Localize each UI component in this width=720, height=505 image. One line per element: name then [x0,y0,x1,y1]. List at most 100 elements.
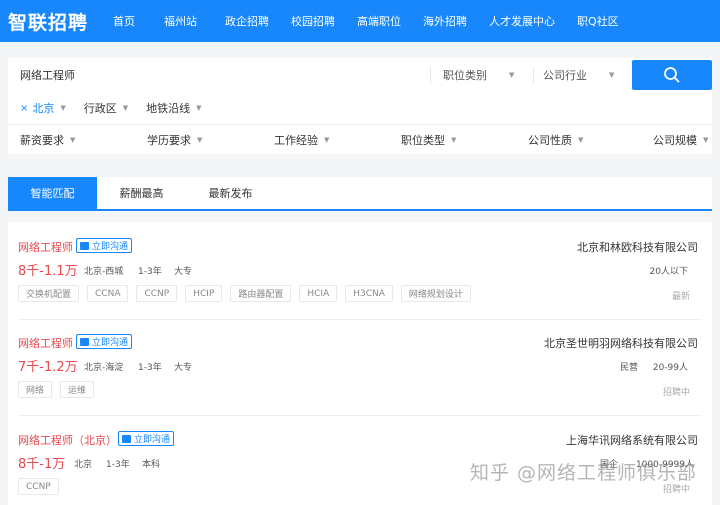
location-row: × 北京 ▼ 行政区 ▼ 地铁沿线 ▼ [8,94,712,122]
caret-down-icon: ▼ [324,136,330,144]
filter-experience[interactable]: 工作经验 ▼ [274,125,329,155]
chat-now-button[interactable]: 立即沟通 [118,431,175,446]
district-select[interactable]: 行政区 ▼ [84,100,128,116]
watermark: 知乎 @网络工程师俱乐部 [470,458,697,485]
skill-tag: 网络 [18,381,53,398]
district-label: 行政区 [83,102,117,115]
search-icon [664,67,680,83]
salary: 8千-1万 [18,457,66,472]
chat-now-button[interactable]: 立即沟通 [76,334,133,349]
job-experience: 1-3年 [138,267,162,277]
chat-label: 立即沟通 [134,435,171,445]
nav-overseas[interactable]: 海外招聘 [423,0,467,42]
nav-gov-enterprise[interactable]: 政企招聘 [225,0,269,42]
skill-tag: CCNP [136,285,178,302]
company-size: 20-99人 [652,363,688,373]
job-card[interactable]: 网络工程师 立即沟通 7千-1.2万 北京-海淀 1-3年 大专 网络 运维 北… [8,320,712,416]
job-status: 招聘中 [662,388,690,398]
nav-senior-jobs[interactable]: 高端职位 [357,0,401,42]
skill-tags: CCNP [18,478,67,495]
filter-label: 薪资要求 [20,134,64,147]
salary: 7千-1.2万 [18,360,78,375]
tab-smart-match[interactable]: 智能匹配 [8,177,97,209]
caret-down-icon: ▼ [509,71,515,79]
skill-tag: 网络规划设计 [400,285,471,302]
chat-label: 立即沟通 [92,338,129,348]
caret-down-icon: ▼ [122,104,129,112]
filter-label: 职位类型 [401,134,445,147]
divider [533,67,534,83]
search-button[interactable] [632,60,712,90]
chat-icon [80,337,89,346]
skill-tag: 交换机配置 [18,285,80,302]
divider [430,67,431,83]
skill-tags: 交换机配置 CCNA CCNP HCIP 路由器配置 HCIA H3CNA 网络… [18,285,479,302]
company-size: 20人以下 [649,267,688,277]
city-label: 北京 [32,102,55,115]
filter-salary[interactable]: 薪资要求 ▼ [20,125,75,155]
job-category-label: 职位类别 [443,69,487,82]
skill-tags: 网络 运维 [18,381,102,398]
caret-down-icon: ▼ [609,71,615,79]
chat-icon [122,434,131,443]
filter-company-nature[interactable]: 公司性质 ▼ [528,125,583,155]
job-card[interactable]: 网络工程师 立即沟通 8千-1.1万 北京-西城 1-3年 大专 交换机配置 C… [8,222,712,320]
nav-talent-center[interactable]: 人才发展中心 [489,0,555,42]
company-name[interactable]: 上海华讯网络系统有限公司 [566,432,698,448]
filter-label: 工作经验 [274,134,318,147]
industry-select[interactable]: 公司行业 ▼ [543,58,614,92]
skill-tag: HCIA [299,285,338,302]
keyword-search-input[interactable] [8,58,430,92]
search-panel: 职位类别 ▼ 公司行业 ▼ × 北京 ▼ 行政区 ▼ 地铁沿线 ▼ [8,58,712,154]
caret-down-icon: ▼ [578,136,584,144]
metro-select[interactable]: 地铁沿线 ▼ [146,100,201,116]
sort-tabs: 智能匹配 薪酬最高 最新发布 [8,177,712,211]
chat-now-button[interactable]: 立即沟通 [76,238,133,253]
job-status: 最新 [671,292,690,302]
caret-down-icon: ▼ [70,136,76,144]
nav-fuzhou-station[interactable]: 福州站 [164,0,197,42]
skill-tag: CCNP [18,478,59,495]
filter-company-size[interactable]: 公司规模 ▼ [653,125,708,155]
filter-education[interactable]: 学历要求 ▼ [147,125,202,155]
job-location: 北京-西城 [84,267,124,277]
job-category-select[interactable]: 职位类别 ▼ [443,58,514,92]
city-chip[interactable]: × 北京 ▼ [20,100,66,116]
caret-down-icon: ▼ [197,136,203,144]
company-name[interactable]: 北京和林欧科技有限公司 [577,239,698,255]
tab-latest[interactable]: 最新发布 [186,177,275,209]
caret-down-icon: ▼ [60,104,66,112]
filter-label: 公司性质 [528,134,572,147]
watermark-text: 知乎 @网络工程师俱乐部 [470,462,698,484]
close-icon[interactable]: × [20,103,28,114]
salary: 8千-1.1万 [18,264,78,279]
chat-label: 立即沟通 [92,242,129,252]
nav-home[interactable]: 首页 [113,0,135,42]
skill-tag: HCIP [185,285,223,302]
main-nav: 首页 福州站 政企招聘 校园招聘 高端职位 海外招聘 人才发展中心 职Q社区 [100,0,619,42]
job-title[interactable]: 网络工程师 [18,239,73,255]
search-row: 职位类别 ▼ 公司行业 ▼ [8,58,712,92]
industry-label: 公司行业 [543,69,587,82]
company-name[interactable]: 北京圣世明羽网络科技有限公司 [544,335,698,351]
caret-down-icon: ▼ [196,104,202,112]
skill-tag: 路由器配置 [230,285,292,302]
skill-tag: H3CNA [345,285,393,302]
job-title[interactable]: 网络工程师（北京） [18,432,117,448]
job-location: 北京-海淀 [84,363,124,373]
top-navigation-bar: 智联招聘 首页 福州站 政企招聘 校园招聘 高端职位 海外招聘 人才发展中心 职… [0,0,720,42]
nav-zhiq-community[interactable]: 职Q社区 [577,0,619,42]
caret-down-icon: ▼ [451,136,457,144]
zhaopin-logo[interactable]: 智联招聘 [0,0,100,42]
filter-row: 薪资要求 ▼ 学历要求 ▼ 工作经验 ▼ 职位类型 ▼ 公司性质 ▼ 公司规模 ▼ [8,124,712,154]
job-experience: 1-3年 [138,363,162,373]
skill-tag: 运维 [60,381,95,398]
filter-label: 公司规模 [653,134,697,147]
skill-tag: CCNA [87,285,129,302]
job-title[interactable]: 网络工程师 [18,335,73,351]
nav-campus[interactable]: 校园招聘 [291,0,335,42]
job-education: 本科 [142,460,161,470]
filter-label: 学历要求 [147,134,191,147]
tab-highest-salary[interactable]: 薪酬最高 [97,177,186,209]
filter-job-type[interactable]: 职位类型 ▼ [401,125,456,155]
